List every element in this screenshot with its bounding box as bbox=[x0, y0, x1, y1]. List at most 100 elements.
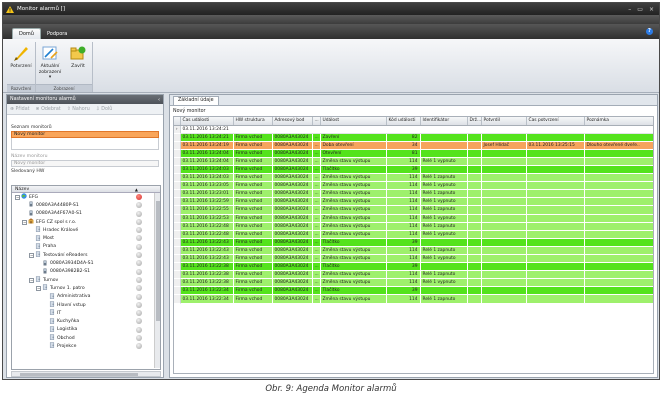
table-cell bbox=[467, 286, 482, 296]
table-cell bbox=[526, 278, 585, 288]
column-header[interactable]: Adresový bod bbox=[272, 117, 313, 126]
tree-node[interactable]: 0080A3982B2-S1 bbox=[12, 268, 160, 276]
table-row[interactable]: › 03.11.2016 13:24:21 bbox=[174, 125, 653, 134]
expand-toggle-icon[interactable]: − bbox=[36, 285, 41, 291]
table-row[interactable]: 03.11.2016 13:22:43 Firma vchod 0080A3A430… bbox=[174, 238, 653, 247]
help-icon[interactable]: ? bbox=[646, 28, 653, 35]
table-row[interactable]: 03.11.2016 13:24:04 Firma vchod 0080A3A430… bbox=[174, 157, 653, 166]
tree-node-label: 0080A3982B2-S1 bbox=[50, 269, 91, 275]
tree-node[interactable]: Most bbox=[12, 234, 160, 242]
tree-node[interactable]: Administrativa bbox=[12, 293, 160, 301]
pin-icon[interactable]: ‹ bbox=[158, 97, 160, 103]
tree-node[interactable]: Projekce bbox=[12, 342, 160, 350]
tree-node[interactable]: IT bbox=[12, 309, 160, 317]
column-header[interactable]: Čas potvrzení bbox=[526, 117, 585, 126]
expand-toggle-icon[interactable]: − bbox=[29, 277, 34, 283]
table-cell bbox=[526, 246, 585, 256]
column-header[interactable]: Událost bbox=[320, 117, 387, 126]
column-header[interactable]: Čas události bbox=[180, 117, 234, 126]
monitor-list-item[interactable]: Nový monitor bbox=[11, 131, 159, 138]
tree-node[interactable]: Obchod bbox=[12, 334, 160, 342]
tree-node[interactable]: − EFG CZ spol s r.o. bbox=[12, 218, 160, 226]
table-row[interactable]: 03.11.2016 13:22:34 Firma vchod 0080A3A430… bbox=[174, 294, 653, 304]
table-row[interactable]: 03.11.2016 13:23:05 Firma vchod 0080A3A430… bbox=[174, 181, 653, 191]
table-cell: 39 bbox=[386, 238, 421, 247]
table-cell bbox=[467, 189, 482, 199]
tree-node[interactable]: Hradec Králové bbox=[12, 226, 160, 234]
table-cell: 114 bbox=[386, 230, 421, 239]
table-row[interactable]: 03.11.2016 13:24:04 Firma vchod 0080A3A430… bbox=[174, 149, 653, 158]
table-row[interactable]: 03.11.2016 13:22:43 Firma vchod 0080A3A430… bbox=[174, 246, 653, 256]
table-row[interactable]: 03.11.2016 13:24:03 Firma vchod 0080A3A430… bbox=[174, 173, 653, 183]
table-cell: ... bbox=[312, 141, 321, 150]
table-row[interactable]: 03.11.2016 13:22:38 Firma vchod 0080A3A430… bbox=[174, 262, 653, 272]
tree-node[interactable]: Praha bbox=[12, 243, 160, 251]
tree-horizontal-scrollbar[interactable] bbox=[11, 371, 161, 377]
close-button[interactable]: Zavřít bbox=[66, 42, 90, 84]
table-row[interactable]: 03.11.2016 13:22:48 Firma vchod 0080A3A430… bbox=[174, 222, 653, 231]
table-cell bbox=[584, 246, 653, 256]
table-cell: 0080A3A43024 bbox=[272, 230, 313, 239]
tree-node[interactable]: − Testování eReaders bbox=[12, 251, 160, 259]
current-view-button[interactable]: Aktuální zobrazení ▾ bbox=[38, 42, 62, 84]
column-header[interactable]: ... bbox=[312, 117, 321, 126]
move-down-button[interactable]: ⇩ Dolů bbox=[96, 107, 113, 112]
table-row[interactable]: 03.11.2016 13:22:55 Firma vchod 0080A3A430… bbox=[174, 205, 653, 215]
table-cell: Firma vchod bbox=[233, 173, 273, 183]
expand-toggle-icon[interactable]: − bbox=[29, 252, 34, 258]
table-cell bbox=[467, 214, 482, 223]
table-row[interactable]: 03.11.2016 13:24:19 Firma vchod 0080A3A430… bbox=[174, 141, 653, 150]
tree-node[interactable]: − Turnov bbox=[12, 276, 160, 284]
table-cell bbox=[420, 262, 468, 272]
add-button[interactable]: ⊕ Přidat bbox=[10, 107, 30, 112]
table-cell: Relé 1 zapnuto bbox=[420, 294, 468, 304]
tab-support[interactable]: Podpora bbox=[41, 28, 73, 39]
column-header[interactable]: Identifikátor bbox=[420, 117, 468, 126]
tab-basic-info[interactable]: Základní údaje bbox=[173, 96, 219, 105]
monitor-name-field[interactable]: Nový monitor bbox=[11, 160, 159, 167]
table-row[interactable]: 03.11.2016 13:22:34 Firma vchod 0080A3A430… bbox=[174, 286, 653, 296]
tree-node[interactable]: 0080A3934D4A-S1 bbox=[12, 259, 160, 267]
table-row[interactable]: 03.11.2016 13:22:38 Firma vchod 0080A3A430… bbox=[174, 278, 653, 288]
column-header[interactable]: Potvrdil bbox=[481, 117, 527, 126]
column-header[interactable]: Drž... bbox=[467, 117, 482, 126]
table-row[interactable]: 03.11.2016 13:22:38 Firma vchod 0080A3A430… bbox=[174, 270, 653, 280]
table-row[interactable]: 03.11.2016 13:23:01 Firma vchod 0080A3A430… bbox=[174, 189, 653, 199]
close-icon[interactable]: × bbox=[649, 6, 654, 13]
table-cell: ... bbox=[312, 270, 321, 280]
table-row[interactable]: 03.11.2016 13:22:43 Firma vchod 0080A3A430… bbox=[174, 254, 653, 264]
table-cell bbox=[526, 262, 585, 272]
move-up-button[interactable]: ⇧ Nahoru bbox=[67, 107, 90, 112]
table-cell bbox=[467, 181, 482, 191]
tree-node[interactable]: 0080A3A4480P-S1 bbox=[12, 201, 160, 209]
table-row[interactable]: 03.11.2016 13:24:21 Firma vchod 0080A3A430… bbox=[174, 133, 653, 142]
column-header[interactable]: HW struktura bbox=[233, 117, 273, 126]
expand-toggle-icon[interactable]: − bbox=[22, 219, 27, 225]
tab-home[interactable]: Domů bbox=[12, 28, 41, 39]
confirm-button[interactable]: Potvrzení bbox=[9, 42, 33, 84]
table-row[interactable]: 03.11.2016 13:24:03 Firma vchod 0080A3A430… bbox=[174, 165, 653, 175]
tree-node[interactable]: Hlavní vstup bbox=[12, 301, 160, 309]
tree-node[interactable]: − Turnov 1. patro bbox=[12, 284, 160, 292]
door-icon bbox=[49, 301, 55, 309]
column-header[interactable]: Kód události bbox=[386, 117, 421, 126]
table-row[interactable]: 03.11.2016 13:22:48 Firma vchod 0080A3A430… bbox=[174, 230, 653, 239]
event-grid[interactable]: Čas události HW struktura Adresový bod... U… bbox=[173, 116, 654, 374]
expand-toggle-icon[interactable]: − bbox=[15, 194, 20, 200]
table-cell: Doba otevření bbox=[320, 141, 387, 150]
tree-vertical-scrollbar[interactable] bbox=[154, 193, 160, 368]
remove-button[interactable]: ⊗ Odebrat bbox=[36, 107, 61, 112]
tree-node[interactable]: Kuchyňka bbox=[12, 317, 160, 325]
maximize-icon[interactable]: ▭ bbox=[637, 6, 643, 13]
table-row[interactable]: 03.11.2016 13:22:53 Firma vchod 0080A3A430… bbox=[174, 214, 653, 223]
table-cell bbox=[420, 133, 468, 142]
hw-tree[interactable]: Název ▲ − EFG 0080A3A4480P-S1 0080A3A4F67A0… bbox=[11, 185, 161, 370]
table-row[interactable]: 03.11.2016 13:22:59 Firma vchod 0080A3A430… bbox=[174, 197, 653, 207]
door-icon bbox=[35, 226, 41, 234]
minimize-icon[interactable]: – bbox=[628, 6, 631, 13]
tree-node[interactable]: 0080A3A4F67A0-S1 bbox=[12, 210, 160, 218]
tree-header[interactable]: Název ▲ bbox=[12, 186, 160, 193]
tree-node[interactable]: − EFG bbox=[12, 193, 160, 201]
column-header[interactable]: Poznámka bbox=[584, 117, 653, 126]
tree-node[interactable]: Logistika bbox=[12, 326, 160, 334]
